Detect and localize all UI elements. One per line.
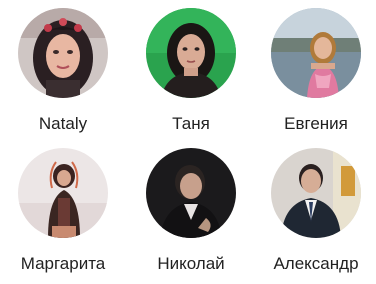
friend-card-nataly[interactable]: Nataly: [3, 8, 123, 148]
avatar[interactable]: [271, 8, 361, 98]
avatar-photo: [271, 148, 361, 238]
avatar-photo: [146, 8, 236, 98]
avatar[interactable]: [271, 148, 361, 238]
avatar-photo: [18, 148, 108, 238]
avatar[interactable]: [146, 148, 236, 238]
friend-name[interactable]: Таня: [131, 114, 251, 134]
friends-grid: Nataly Таня Евгения Маргарита Николай Ал…: [0, 0, 376, 284]
friend-card-evgeniya[interactable]: Евгения: [256, 8, 376, 148]
friend-card-aleksandr[interactable]: Александр: [256, 148, 376, 284]
friend-name[interactable]: Маргарита: [3, 254, 123, 274]
avatar[interactable]: [18, 8, 108, 98]
avatar-photo: [18, 8, 108, 98]
friend-name[interactable]: Николай: [131, 254, 251, 274]
friend-card-nikolay[interactable]: Николай: [131, 148, 251, 284]
friend-card-tanya[interactable]: Таня: [131, 8, 251, 148]
avatar-photo: [271, 8, 361, 98]
friend-name[interactable]: Nataly: [3, 114, 123, 134]
avatar[interactable]: [18, 148, 108, 238]
friend-card-margarita[interactable]: Маргарита: [3, 148, 123, 284]
avatar[interactable]: [146, 8, 236, 98]
friend-name[interactable]: Евгения: [256, 114, 376, 134]
avatar-photo: [146, 148, 236, 238]
friend-name[interactable]: Александр: [256, 254, 376, 274]
